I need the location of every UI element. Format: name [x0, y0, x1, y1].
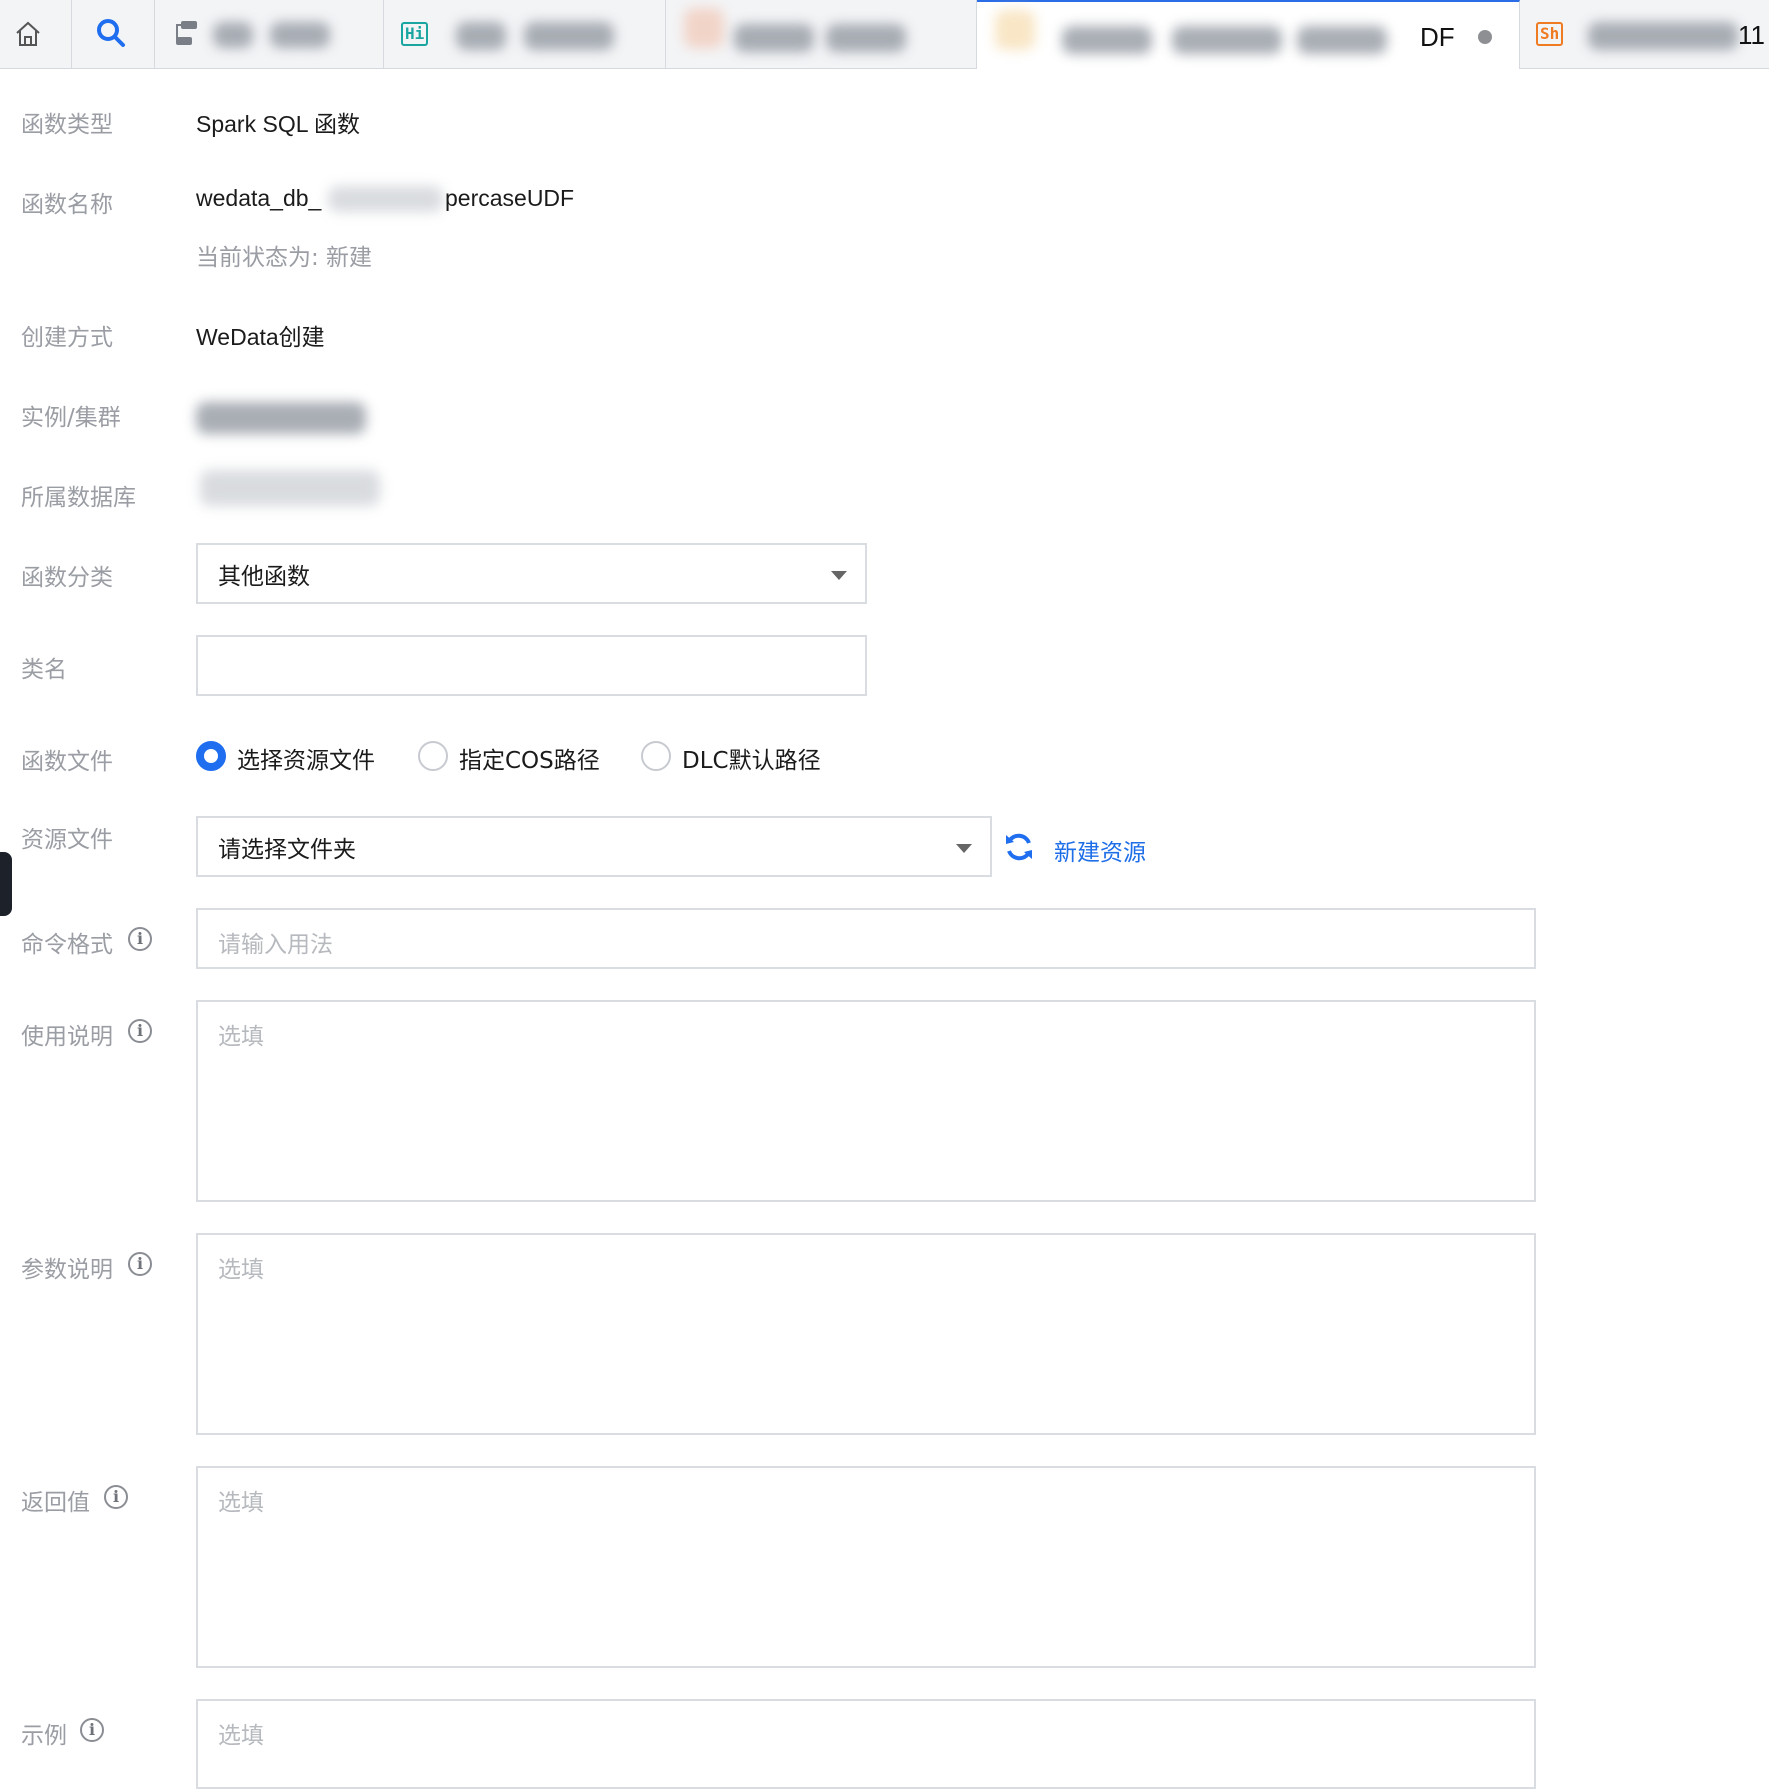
info-icon[interactable]: i — [128, 1252, 152, 1276]
refresh-icon[interactable] — [1003, 831, 1035, 863]
label-function-file: 函数文件 — [21, 749, 113, 775]
command-format-input[interactable]: 请输入用法 — [196, 908, 1536, 969]
example-textarea[interactable]: 选填 — [196, 1699, 1536, 1789]
collapse-sidebar-handle[interactable] — [0, 852, 12, 916]
hive-badge-icon: Hi — [401, 22, 429, 46]
tab-shell[interactable]: Sh 11 — [1520, 0, 1769, 68]
resource-file-placeholder: 请选择文件夹 — [218, 836, 356, 863]
label-params: 参数说明 — [21, 1257, 113, 1283]
example-placeholder: 选填 — [218, 1723, 264, 1749]
radio-label-dlc-default: DLC默认路径 — [682, 748, 821, 774]
label-class-name: 类名 — [21, 657, 67, 683]
tab-title-suffix: DF — [1420, 22, 1455, 52]
info-icon[interactable]: i — [80, 1718, 104, 1742]
unsaved-dot — [1478, 30, 1492, 44]
resource-file-select[interactable]: 请选择文件夹 — [196, 816, 992, 877]
params-textarea[interactable]: 选填 — [196, 1233, 1536, 1435]
info-icon[interactable]: i — [104, 1485, 128, 1509]
tab-workflow[interactable] — [155, 0, 384, 68]
label-database: 所属数据库 — [21, 485, 136, 511]
function-name-prefix: wedata_db_ — [196, 185, 322, 211]
info-icon[interactable]: i — [128, 1019, 152, 1043]
label-category: 函数分类 — [21, 565, 113, 591]
tab-home[interactable] — [0, 0, 72, 68]
class-name-input[interactable] — [196, 635, 867, 696]
params-placeholder: 选填 — [218, 1257, 264, 1283]
creation-method-value: WeData创建 — [196, 324, 325, 350]
function-type-value: Spark SQL 函数 — [196, 111, 361, 137]
redacted-instance — [196, 402, 366, 434]
radio-resource-file[interactable] — [196, 741, 226, 771]
category-select[interactable]: 其他函数 — [196, 543, 867, 604]
label-instance-cluster: 实例/集群 — [21, 405, 121, 431]
new-resource-link[interactable]: 新建资源 — [1054, 833, 1146, 867]
search-icon — [97, 19, 125, 47]
info-icon[interactable]: i — [128, 927, 152, 951]
label-function-type: 函数类型 — [21, 112, 113, 138]
function-name-suffix: percaseUDF — [445, 185, 575, 211]
tab-bar: Hi DF Sh 11 — [0, 0, 1769, 69]
radio-label-resource-file: 选择资源文件 — [237, 748, 375, 774]
command-format-placeholder: 请输入用法 — [218, 932, 333, 958]
chevron-down-icon — [956, 844, 972, 853]
shell-badge-icon: Sh — [1536, 22, 1564, 46]
label-function-name: 函数名称 — [21, 192, 113, 218]
category-selected: 其他函数 — [218, 563, 310, 590]
radio-dlc-default[interactable] — [641, 741, 671, 771]
label-usage: 使用说明 — [21, 1024, 113, 1050]
tab-sql[interactable] — [666, 0, 977, 68]
tab-hive[interactable]: Hi — [384, 0, 666, 68]
return-value-textarea[interactable]: 选填 — [196, 1466, 1536, 1668]
chevron-down-icon — [831, 571, 847, 580]
usage-placeholder: 选填 — [218, 1024, 264, 1050]
usage-textarea[interactable]: 选填 — [196, 1000, 1536, 1202]
redacted-database — [200, 470, 380, 506]
workflow-icon — [176, 21, 197, 45]
label-creation-method: 创建方式 — [21, 325, 113, 351]
radio-label-cos-path: 指定COS路径 — [459, 748, 600, 774]
tab-udf-active[interactable]: DF — [977, 0, 1520, 69]
label-command-format: 命令格式 — [21, 932, 113, 958]
return-value-placeholder: 选填 — [218, 1490, 264, 1516]
function-status-text: 当前状态为: 新建 — [196, 245, 373, 271]
tab-title-suffix-2: 11 — [1738, 20, 1765, 50]
label-resource-file: 资源文件 — [21, 827, 113, 853]
redacted-name — [328, 186, 443, 212]
radio-cos-path[interactable] — [418, 741, 448, 771]
label-example: 示例 — [21, 1723, 67, 1749]
label-return-value: 返回值 — [21, 1490, 90, 1516]
tab-search[interactable] — [72, 0, 155, 68]
home-icon — [16, 21, 40, 46]
